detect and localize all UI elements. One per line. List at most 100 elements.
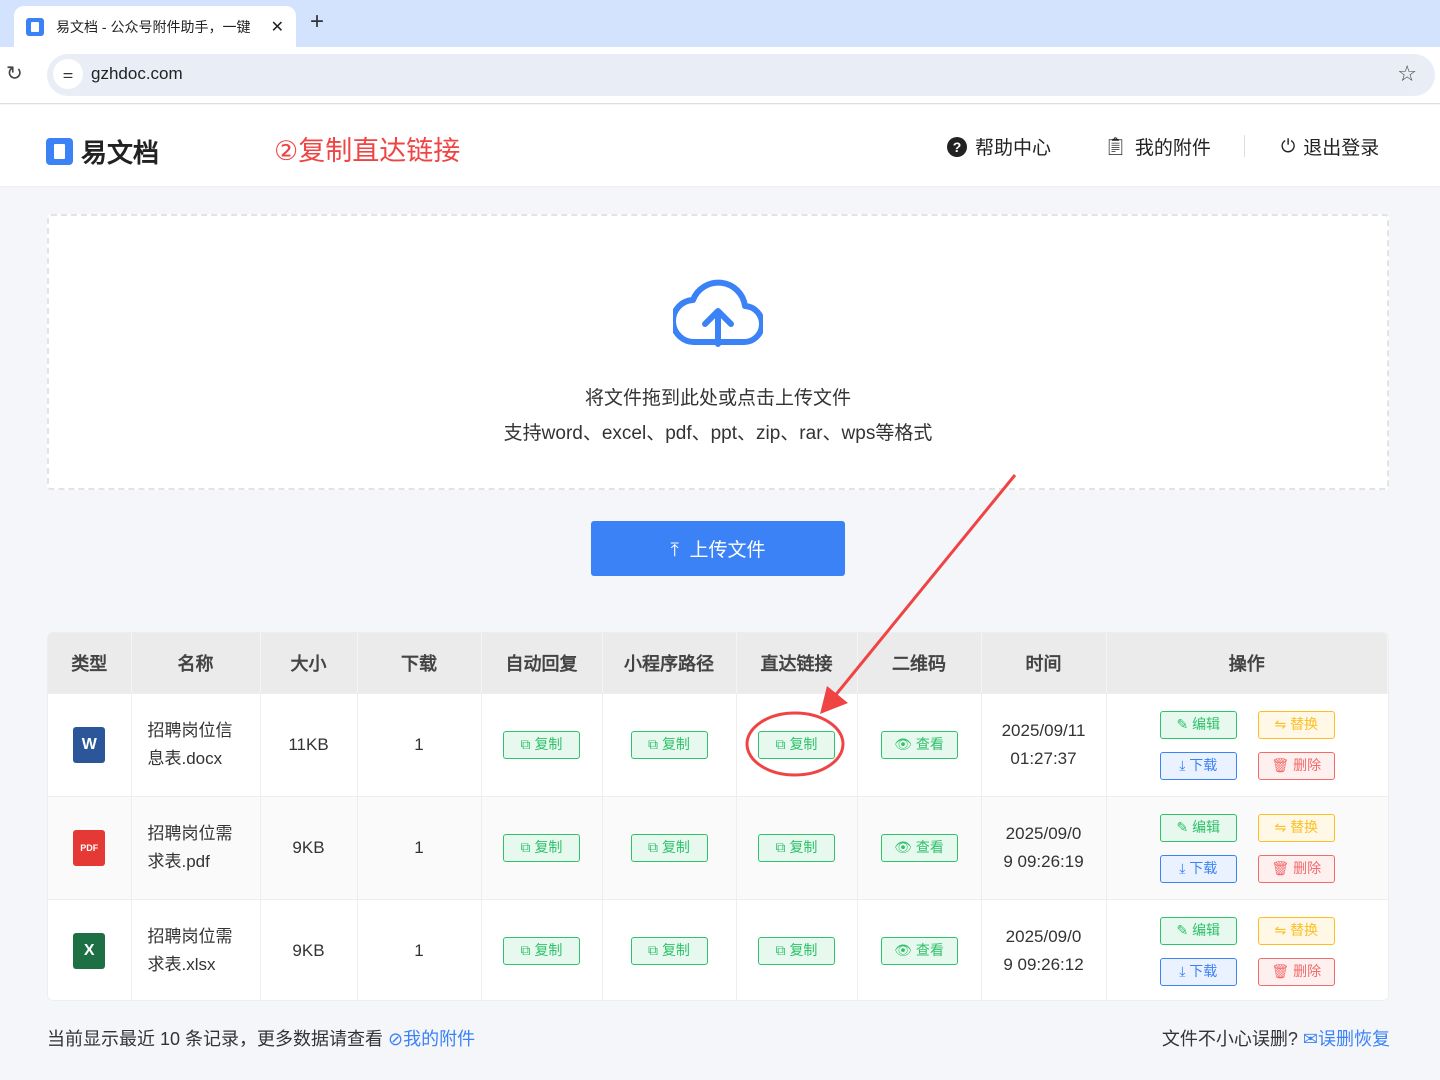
replace-button[interactable]: ⇋ 替换 (1257, 813, 1335, 842)
trash-icon: 🗑︎ (1271, 962, 1290, 979)
direct-link-copy-button[interactable]: ⧉ 复制 (758, 731, 835, 759)
edit-button[interactable]: ✎ 编辑 (1159, 710, 1237, 739)
nav-divider (1244, 135, 1245, 157)
col-auto-reply: 自动回复 (481, 633, 603, 693)
nav-label: 退出登录 (1303, 138, 1380, 159)
button-label: 查看 (915, 942, 944, 959)
edit-icon: ✎ (1176, 715, 1189, 732)
miniprogram-path-copy-button[interactable]: ⧉ 复制 (630, 731, 708, 759)
name-cell: 招聘岗位信 息表.docx (131, 693, 261, 797)
time-line2: 9 09:26:19 (1003, 852, 1084, 871)
auto-reply-copy-button[interactable]: ⧉ 复制 (503, 937, 580, 966)
delete-button[interactable]: 🗑︎ 删除 (1257, 854, 1335, 883)
button-label: 下载 (1189, 756, 1218, 773)
upload-file-button[interactable]: ⤒ 上传文件 (591, 521, 845, 576)
link-label: 误删恢复 (1318, 1029, 1390, 1049)
download-icon: ⤓ (1179, 756, 1186, 773)
delete-button[interactable]: 🗑︎ 删除 (1257, 751, 1335, 780)
browser-tab[interactable]: 易文档 - 公众号附件助手，一键 ✕ (14, 6, 296, 47)
footer-note: 当前显示最近 10 条记录，更多数据请查看 ⊘我的附件 (47, 1025, 475, 1051)
auto-reply-copy-button[interactable]: ⧉ 复制 (503, 834, 580, 862)
size-cell: 9KB (260, 796, 358, 900)
nav-label: 我的附件 (1134, 138, 1211, 159)
direct-link-copy-button[interactable]: ⧉ 复制 (758, 937, 835, 966)
col-size: 大小 (260, 633, 358, 693)
mail-icon: ✉ (1302, 1029, 1318, 1049)
table-header: 类型 名称 大小 下载 自动回复 小程序路径 直达链接 二维码 时间 操作 (48, 633, 1388, 693)
time-line1: 2025/09/0 (1005, 927, 1082, 947)
type-cell: PDF (48, 796, 132, 900)
delete-button[interactable]: 🗑︎ 删除 (1257, 957, 1335, 986)
time-cell: 2025/09/11 01:27:37 (981, 693, 1107, 797)
button-label: 复制 (661, 942, 690, 959)
copy-icon: ⧉ (775, 839, 786, 855)
eye-icon: 👁︎ (894, 839, 912, 855)
link-label: 我的附件 (403, 1029, 476, 1049)
miniprogram-path-cell: ⧉ 复制 (602, 693, 737, 797)
button-label: 编辑 (1192, 715, 1221, 732)
dropzone-text: 将文件拖到此处或点击上传文件 (584, 388, 851, 409)
files-table: 类型 名称 大小 下载 自动回复 小程序路径 直达链接 二维码 时间 操作 W 招聘岗位信 息表.d… (47, 632, 1389, 1001)
trash-icon: 🗑︎ (1271, 756, 1290, 773)
new-tab-icon[interactable]: + (310, 8, 324, 36)
direct-link-cell: ⧉ 复制 (736, 899, 858, 1000)
actions-cell: ✎ 编辑 ⇋ 替换 ⤓ 下载 🗑︎ 删除 (1106, 796, 1388, 900)
miniprogram-path-copy-button[interactable]: ⧉ 复制 (630, 937, 708, 966)
nav-my-attachments[interactable]: 📋︎ 我的附件 (1104, 133, 1211, 160)
time-cell: 2025/09/0 9 09:26:12 (981, 899, 1107, 1000)
swap-icon: ⇋ (1274, 818, 1287, 835)
footer-recover: 文件不小心误删? ✉误删恢复 (1162, 1025, 1390, 1051)
file-icon-label: W (81, 736, 97, 753)
replace-button[interactable]: ⇋ 替换 (1257, 710, 1335, 739)
time-line2: 9 09:26:12 (1003, 955, 1084, 975)
bookmark-star-icon[interactable]: ☆ (1397, 61, 1417, 87)
trash-icon: 🗑︎ (1271, 859, 1290, 876)
copy-icon: ⧉ (520, 736, 531, 752)
edit-button[interactable]: ✎ 编辑 (1159, 813, 1237, 842)
annotation-title: ②复制直达链接 (274, 136, 461, 166)
col-name: 名称 (131, 633, 261, 693)
button-label: 复制 (661, 839, 690, 855)
reload-icon[interactable]: ↻ (6, 61, 23, 86)
close-tab-icon[interactable]: ✕ (271, 17, 284, 37)
view-qrcode-button[interactable]: 👁︎ 查看 (880, 731, 958, 759)
button-label: 替换 (1290, 921, 1319, 938)
url-field[interactable]: ⚌ gzhdoc.com ☆ (47, 54, 1435, 96)
recover-link[interactable]: ✉误删恢复 (1303, 1029, 1390, 1049)
button-label: 编辑 (1192, 818, 1221, 835)
type-cell: X (48, 899, 132, 1000)
excel-file-icon: X (73, 933, 106, 970)
download-button[interactable]: ⤓ 下载 (1159, 854, 1237, 883)
logo-text: 易文档 (81, 138, 160, 168)
download-button[interactable]: ⤓ 下载 (1159, 957, 1237, 986)
button-label: 替换 (1290, 818, 1319, 835)
my-attachments-link[interactable]: ⊘我的附件 (388, 1029, 475, 1049)
edit-button[interactable]: ✎ 编辑 (1159, 916, 1237, 945)
auto-reply-copy-button[interactable]: ⧉ 复制 (503, 731, 580, 759)
site-settings-icon[interactable]: ⚌ (53, 59, 83, 89)
eye-icon: 👁︎ (894, 942, 912, 959)
nav-label: 帮助中心 (975, 138, 1052, 159)
button-label: 删除 (1293, 756, 1322, 773)
nav-logout[interactable]: ⏻ 退出登录 (1281, 133, 1379, 160)
edit-icon: ✎ (1176, 818, 1189, 835)
direct-link-copy-button[interactable]: ⧉ 复制 (758, 834, 835, 862)
copy-icon: ⧉ (775, 736, 786, 752)
miniprogram-path-copy-button[interactable]: ⧉ 复制 (630, 834, 708, 862)
table-row: W 招聘岗位信 息表.docx 11KB 1 ⧉ 复制 ⧉ 复制 ⧉ 复制 👁︎ 查看… (48, 693, 1388, 797)
logo[interactable]: 易文档 (46, 133, 159, 170)
url-text: gzhdoc.com (91, 64, 183, 83)
upload-dropzone[interactable]: 将文件拖到此处或点击上传文件 支持word、excel、pdf、ppt、zip、… (47, 214, 1389, 490)
replace-button[interactable]: ⇋ 替换 (1257, 916, 1335, 945)
word-file-icon: W (73, 727, 106, 763)
view-qrcode-button[interactable]: 👁︎ 查看 (880, 937, 958, 966)
footer-left-text: 当前显示最近 10 条记录，更多数据请查看 (47, 1029, 384, 1049)
file-name-line1: 招聘岗位需 (147, 824, 233, 843)
swap-icon: ⇋ (1274, 921, 1287, 938)
download-button[interactable]: ⤓ 下载 (1159, 751, 1237, 780)
button-label: 替换 (1290, 715, 1319, 732)
edit-icon: ✎ (1176, 921, 1189, 938)
clipboard-icon: 📋︎ (1104, 136, 1127, 156)
nav-help[interactable]: ? 帮助中心 (947, 133, 1051, 160)
view-qrcode-button[interactable]: 👁︎ 查看 (880, 834, 958, 862)
